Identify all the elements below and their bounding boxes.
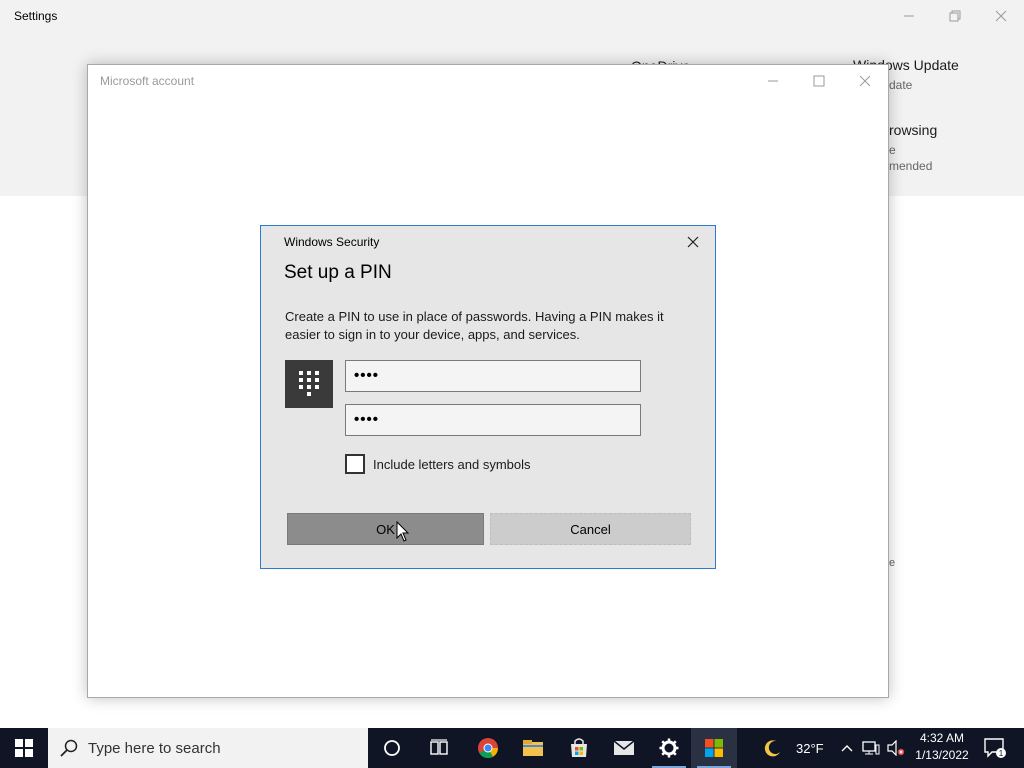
settings-minimize-button[interactable] (886, 4, 932, 28)
weather-temperature: 32°F (796, 740, 824, 756)
confirm-pin-input[interactable]: •••• (345, 404, 641, 436)
settings-close-button[interactable] (978, 4, 1024, 28)
mouse-cursor-icon (396, 520, 410, 548)
include-letters-checkbox[interactable] (345, 454, 365, 474)
file-explorer-icon (523, 740, 543, 756)
chrome-button[interactable] (465, 728, 511, 768)
settings-restore-button[interactable] (932, 4, 978, 28)
clock-date: 1/13/2022 (915, 748, 969, 762)
maximize-icon (813, 75, 825, 87)
settings-icon (659, 738, 679, 758)
mail-icon (613, 740, 635, 755)
moon-icon (764, 740, 780, 757)
taskbar: Type here to search 32°F 4:32 AM 1/13/20… (0, 728, 1024, 768)
microsoft-store-button[interactable] (556, 728, 602, 768)
volume-button[interactable] (885, 728, 907, 768)
mail-button[interactable] (601, 728, 647, 768)
close-icon (687, 236, 699, 248)
windows-security-dialog: Windows Security Set up a PIN Create a P… (260, 225, 716, 569)
notification-count: 1 (999, 749, 1004, 758)
window-title: Microsoft account (100, 74, 195, 88)
settings-title: Settings (14, 9, 58, 23)
close-icon (859, 75, 871, 87)
taskbar-search-box[interactable]: Type here to search (48, 728, 368, 768)
dialog-description: Create a PIN to use in place of password… (285, 309, 664, 342)
keypad-icon (285, 360, 333, 408)
browsing-title[interactable]: rowsing (889, 122, 937, 138)
notification-icon: 1 (984, 738, 1006, 758)
action-center-button[interactable]: 1 (980, 728, 1010, 768)
dialog-close-button[interactable] (681, 232, 705, 252)
task-view-button[interactable] (416, 728, 462, 768)
minimize-icon (768, 80, 778, 82)
stray-text: e (889, 557, 896, 569)
close-button[interactable] (842, 69, 888, 93)
show-hidden-icons-button[interactable] (838, 728, 856, 768)
microsoft-store-icon (571, 738, 587, 757)
browsing-subtitle: e (889, 143, 896, 157)
microsoft-account-icon (705, 739, 723, 757)
file-explorer-button[interactable] (510, 728, 556, 768)
restore-icon (949, 10, 961, 22)
start-button[interactable] (0, 728, 48, 768)
windows-update-subtitle: date (889, 78, 913, 92)
new-pin-input[interactable]: •••• (345, 360, 641, 392)
chevron-up-icon (841, 745, 853, 752)
weather-widget[interactable]: 32°F (764, 728, 824, 768)
dialog-caption: Windows Security (284, 235, 380, 249)
minimize-button[interactable] (750, 69, 796, 93)
network-icon (862, 741, 880, 755)
maximize-button[interactable] (796, 69, 842, 93)
minimize-icon (904, 15, 914, 17)
microsoft-account-taskbar-button[interactable] (691, 728, 737, 768)
cancel-button[interactable]: Cancel (490, 513, 691, 545)
task-view-icon (430, 739, 448, 755)
dialog-heading: Set up a PIN (284, 262, 392, 283)
chrome-icon (478, 738, 499, 759)
include-letters-label: Include letters and symbols (373, 456, 531, 472)
cortana-button[interactable] (369, 728, 415, 768)
clock-time: 4:32 AM (919, 731, 965, 745)
volume-muted-icon (887, 740, 905, 756)
clock[interactable]: 4:32 AM 1/13/2022 (912, 730, 972, 764)
network-button[interactable] (861, 728, 881, 768)
include-letters-option[interactable]: Include letters and symbols (345, 454, 531, 474)
windows-logo-icon (15, 739, 33, 757)
browsing-recommended: mended (889, 159, 933, 173)
settings-taskbar-button[interactable] (646, 728, 692, 768)
close-icon (995, 10, 1007, 22)
cortana-icon (384, 740, 400, 756)
search-icon (60, 739, 78, 757)
search-placeholder: Type here to search (88, 739, 221, 757)
ok-button[interactable]: OK (287, 513, 484, 545)
